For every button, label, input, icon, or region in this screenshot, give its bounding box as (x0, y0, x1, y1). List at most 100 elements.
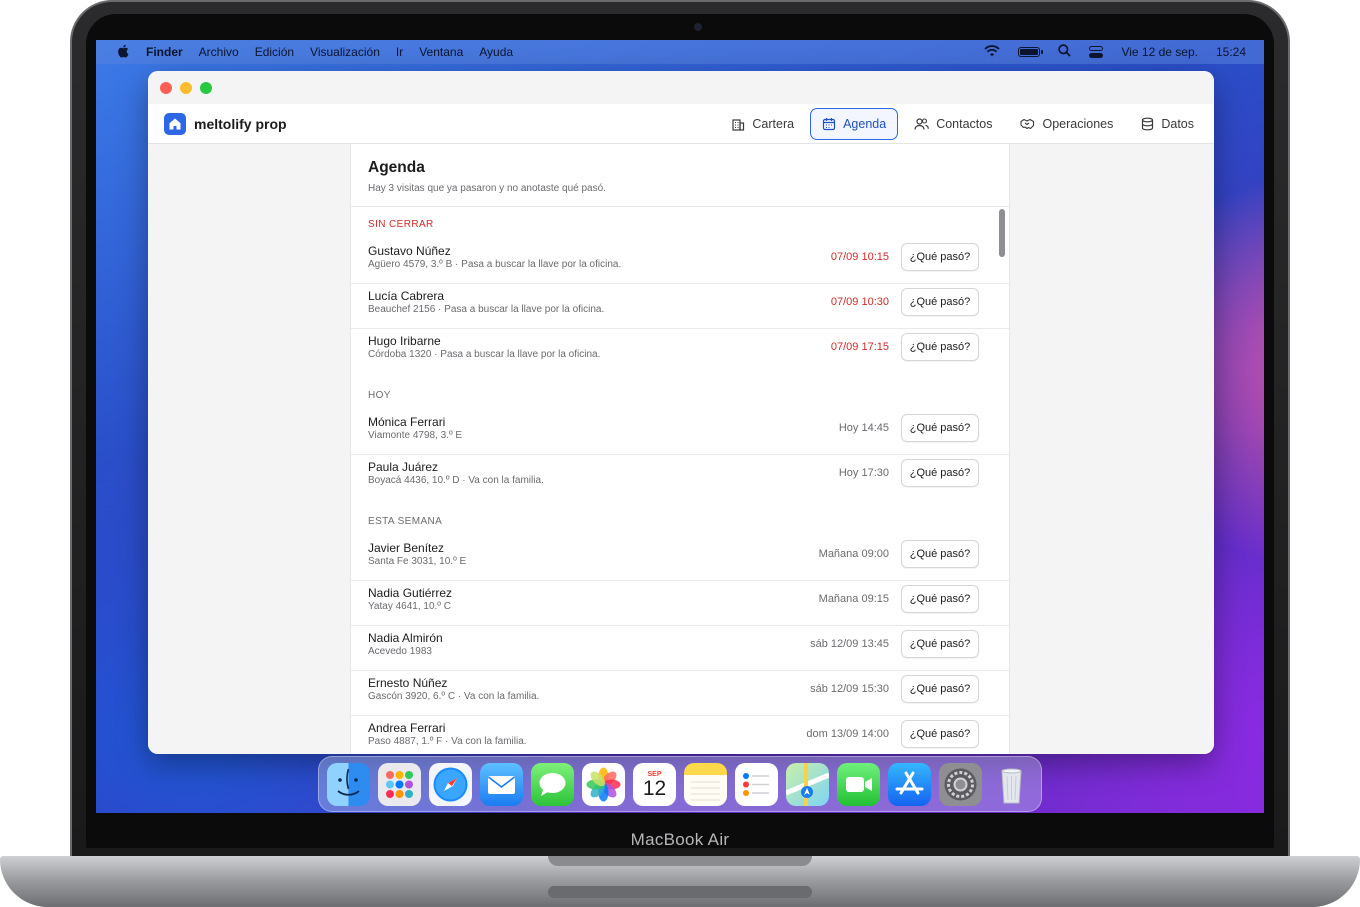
que-paso-button[interactable]: ¿Qué pasó? (901, 585, 979, 613)
menu-ventana[interactable]: Ventana (419, 45, 463, 59)
content-area: Agenda Hay 3 visitas que ya pasaron y no… (148, 144, 1214, 754)
visit-time: 07/09 10:30 (830, 296, 889, 308)
menu-archivo[interactable]: Archivo (199, 45, 239, 59)
visit-row[interactable]: Mónica Ferrari Viamonte 4798, 3.º E Hoy … (351, 410, 1009, 455)
agenda-list: SIN CERRAR Gustavo Núñez Agüero 4579, 3.… (351, 207, 1009, 754)
reminders-icon[interactable] (735, 762, 778, 806)
launchpad-icon[interactable] (378, 762, 421, 806)
visit-name: Mónica Ferrari (368, 415, 446, 429)
menu-ayuda[interactable]: Ayuda (479, 45, 513, 59)
tab-label: Cartera (752, 116, 795, 131)
menu-app-name[interactable]: Finder (146, 45, 183, 59)
tab-contactos[interactable]: Contactos (902, 108, 1004, 140)
safari-icon[interactable] (429, 762, 472, 806)
visit-detail: Beauchef 2156 · Pasa a buscar la llave p… (368, 304, 605, 315)
finder-icon[interactable] (327, 762, 370, 806)
page-subtitle: Hay 3 visitas que ya pasaron y no anotas… (368, 183, 606, 194)
visit-row[interactable]: Nadia Almirón Acevedo 1983 sáb 12/09 13:… (351, 626, 1009, 671)
battery-icon[interactable] (1018, 47, 1044, 57)
database-icon (1141, 117, 1154, 131)
notes-icon[interactable] (684, 762, 727, 806)
visit-detail: Boyacá 4436, 10.º D · Va con la familia. (368, 475, 544, 486)
window-titlebar[interactable] (148, 71, 1214, 104)
house-icon (164, 112, 186, 135)
visit-row[interactable]: Hugo Iribarne Córdoba 1320 · Pasa a busc… (351, 329, 1009, 374)
section-label-sin-cerrar: SIN CERRAR (368, 219, 434, 230)
visit-time: 07/09 17:15 (830, 341, 889, 353)
base-foot (548, 886, 812, 898)
tab-operaciones[interactable]: Operaciones (1008, 108, 1125, 140)
app-store-icon[interactable] (888, 762, 931, 806)
que-paso-button[interactable]: ¿Qué pasó? (901, 459, 979, 487)
visit-detail: Agüero 4579, 3.º B · Pasa a buscar la ll… (368, 259, 622, 270)
scroll-thumb[interactable] (999, 209, 1005, 257)
building-icon (731, 117, 745, 131)
que-paso-button[interactable]: ¿Qué pasó? (901, 630, 979, 658)
visit-detail: Santa Fe 3031, 10.º E (368, 556, 467, 567)
brand-name: meltolify prop (194, 115, 287, 132)
visit-row[interactable]: Andrea Ferrari Paso 4887, 1.º F · Va con… (351, 716, 1009, 754)
menu-edicion[interactable]: Edición (255, 45, 294, 59)
calendar-app-icon[interactable]: SEP 12 (633, 762, 676, 806)
window-close-button[interactable] (160, 82, 172, 94)
agenda-header: Agenda Hay 3 visitas que ya pasaron y no… (351, 144, 1009, 207)
scrollbar[interactable] (998, 208, 1006, 754)
menu-visualizacion[interactable]: Visualización (310, 45, 380, 59)
visit-row[interactable]: Ernesto Núñez Gascón 3920, 6.º C · Va co… (351, 671, 1009, 716)
visit-row[interactable]: Paula Juárez Boyacá 4436, 10.º D · Va co… (351, 455, 1009, 500)
photos-icon[interactable] (582, 762, 625, 806)
control-center-icon[interactable] (1089, 46, 1104, 58)
visit-row[interactable]: Nadia Gutiérrez Yatay 4641, 10.º C Mañan… (351, 581, 1009, 626)
visit-detail: Acevedo 1983 (368, 646, 432, 657)
que-paso-button[interactable]: ¿Qué pasó? (901, 414, 979, 442)
app-window: meltolify prop Cartera Agenda Contactos … (148, 71, 1214, 754)
visit-time: Hoy 14:45 (838, 422, 889, 434)
main-tabs: Cartera Agenda Contactos Operaciones Dat… (719, 107, 1214, 140)
people-icon (914, 117, 930, 131)
laptop-base (0, 856, 1360, 907)
maps-icon[interactable] (786, 762, 829, 806)
que-paso-button[interactable]: ¿Qué pasó? (901, 675, 979, 703)
tab-cartera[interactable]: Cartera (719, 108, 806, 140)
wifi-icon[interactable] (984, 44, 1001, 60)
brand: meltolify prop (148, 112, 287, 135)
mail-icon[interactable] (480, 762, 523, 806)
que-paso-button[interactable]: ¿Qué pasó? (901, 720, 979, 748)
visit-row[interactable]: Gustavo Núñez Agüero 4579, 3.º B · Pasa … (351, 239, 1009, 284)
que-paso-button[interactable]: ¿Qué pasó? (901, 243, 979, 271)
visit-detail: Viamonte 4798, 3.º E (368, 430, 463, 441)
base-notch (548, 856, 812, 866)
spotlight-search-icon[interactable] (1058, 44, 1072, 60)
visit-time: Mañana 09:00 (818, 548, 889, 560)
que-paso-button[interactable]: ¿Qué pasó? (901, 540, 979, 568)
window-minimize-button[interactable] (180, 82, 192, 94)
dock: SEP 12 (318, 756, 1042, 812)
visit-detail: Paso 4887, 1.º F · Va con la familia. (368, 736, 527, 747)
window-zoom-button[interactable] (200, 82, 212, 94)
tab-datos[interactable]: Datos (1129, 108, 1206, 140)
visit-name: Nadia Gutiérrez (368, 586, 453, 600)
device-label: MacBook Air (630, 830, 730, 849)
visit-detail: Córdoba 1320 · Pasa a buscar la llave po… (368, 349, 601, 360)
visit-detail: Yatay 4641, 10.º C (368, 601, 451, 612)
tab-label: Contactos (936, 116, 993, 131)
apple-logo-icon[interactable] (116, 44, 130, 61)
tab-agenda[interactable]: Agenda (810, 107, 899, 140)
visit-time: Mañana 09:15 (818, 593, 889, 605)
que-paso-button[interactable]: ¿Qué pasó? (901, 333, 979, 361)
system-settings-icon[interactable] (939, 762, 982, 806)
menu-ir[interactable]: Ir (396, 45, 403, 59)
visit-row[interactable]: Lucía Cabrera Beauchef 2156 · Pasa a bus… (351, 284, 1009, 329)
visit-name: Gustavo Núñez (368, 244, 451, 258)
messages-icon[interactable] (531, 762, 574, 806)
visit-time: dom 13/09 14:00 (806, 728, 889, 740)
tab-label: Agenda (843, 116, 887, 131)
trash-icon[interactable] (990, 763, 1033, 806)
menu-time[interactable]: 15:24 (1216, 45, 1246, 59)
calendar-icon (822, 117, 836, 131)
visit-row[interactable]: Javier Benítez Santa Fe 3031, 10.º E Mañ… (351, 536, 1009, 581)
calendar-day: 12 (642, 776, 667, 800)
menu-date[interactable]: Vie 12 de sep. (1121, 45, 1198, 59)
facetime-icon[interactable] (837, 762, 880, 806)
que-paso-button[interactable]: ¿Qué pasó? (901, 288, 979, 316)
